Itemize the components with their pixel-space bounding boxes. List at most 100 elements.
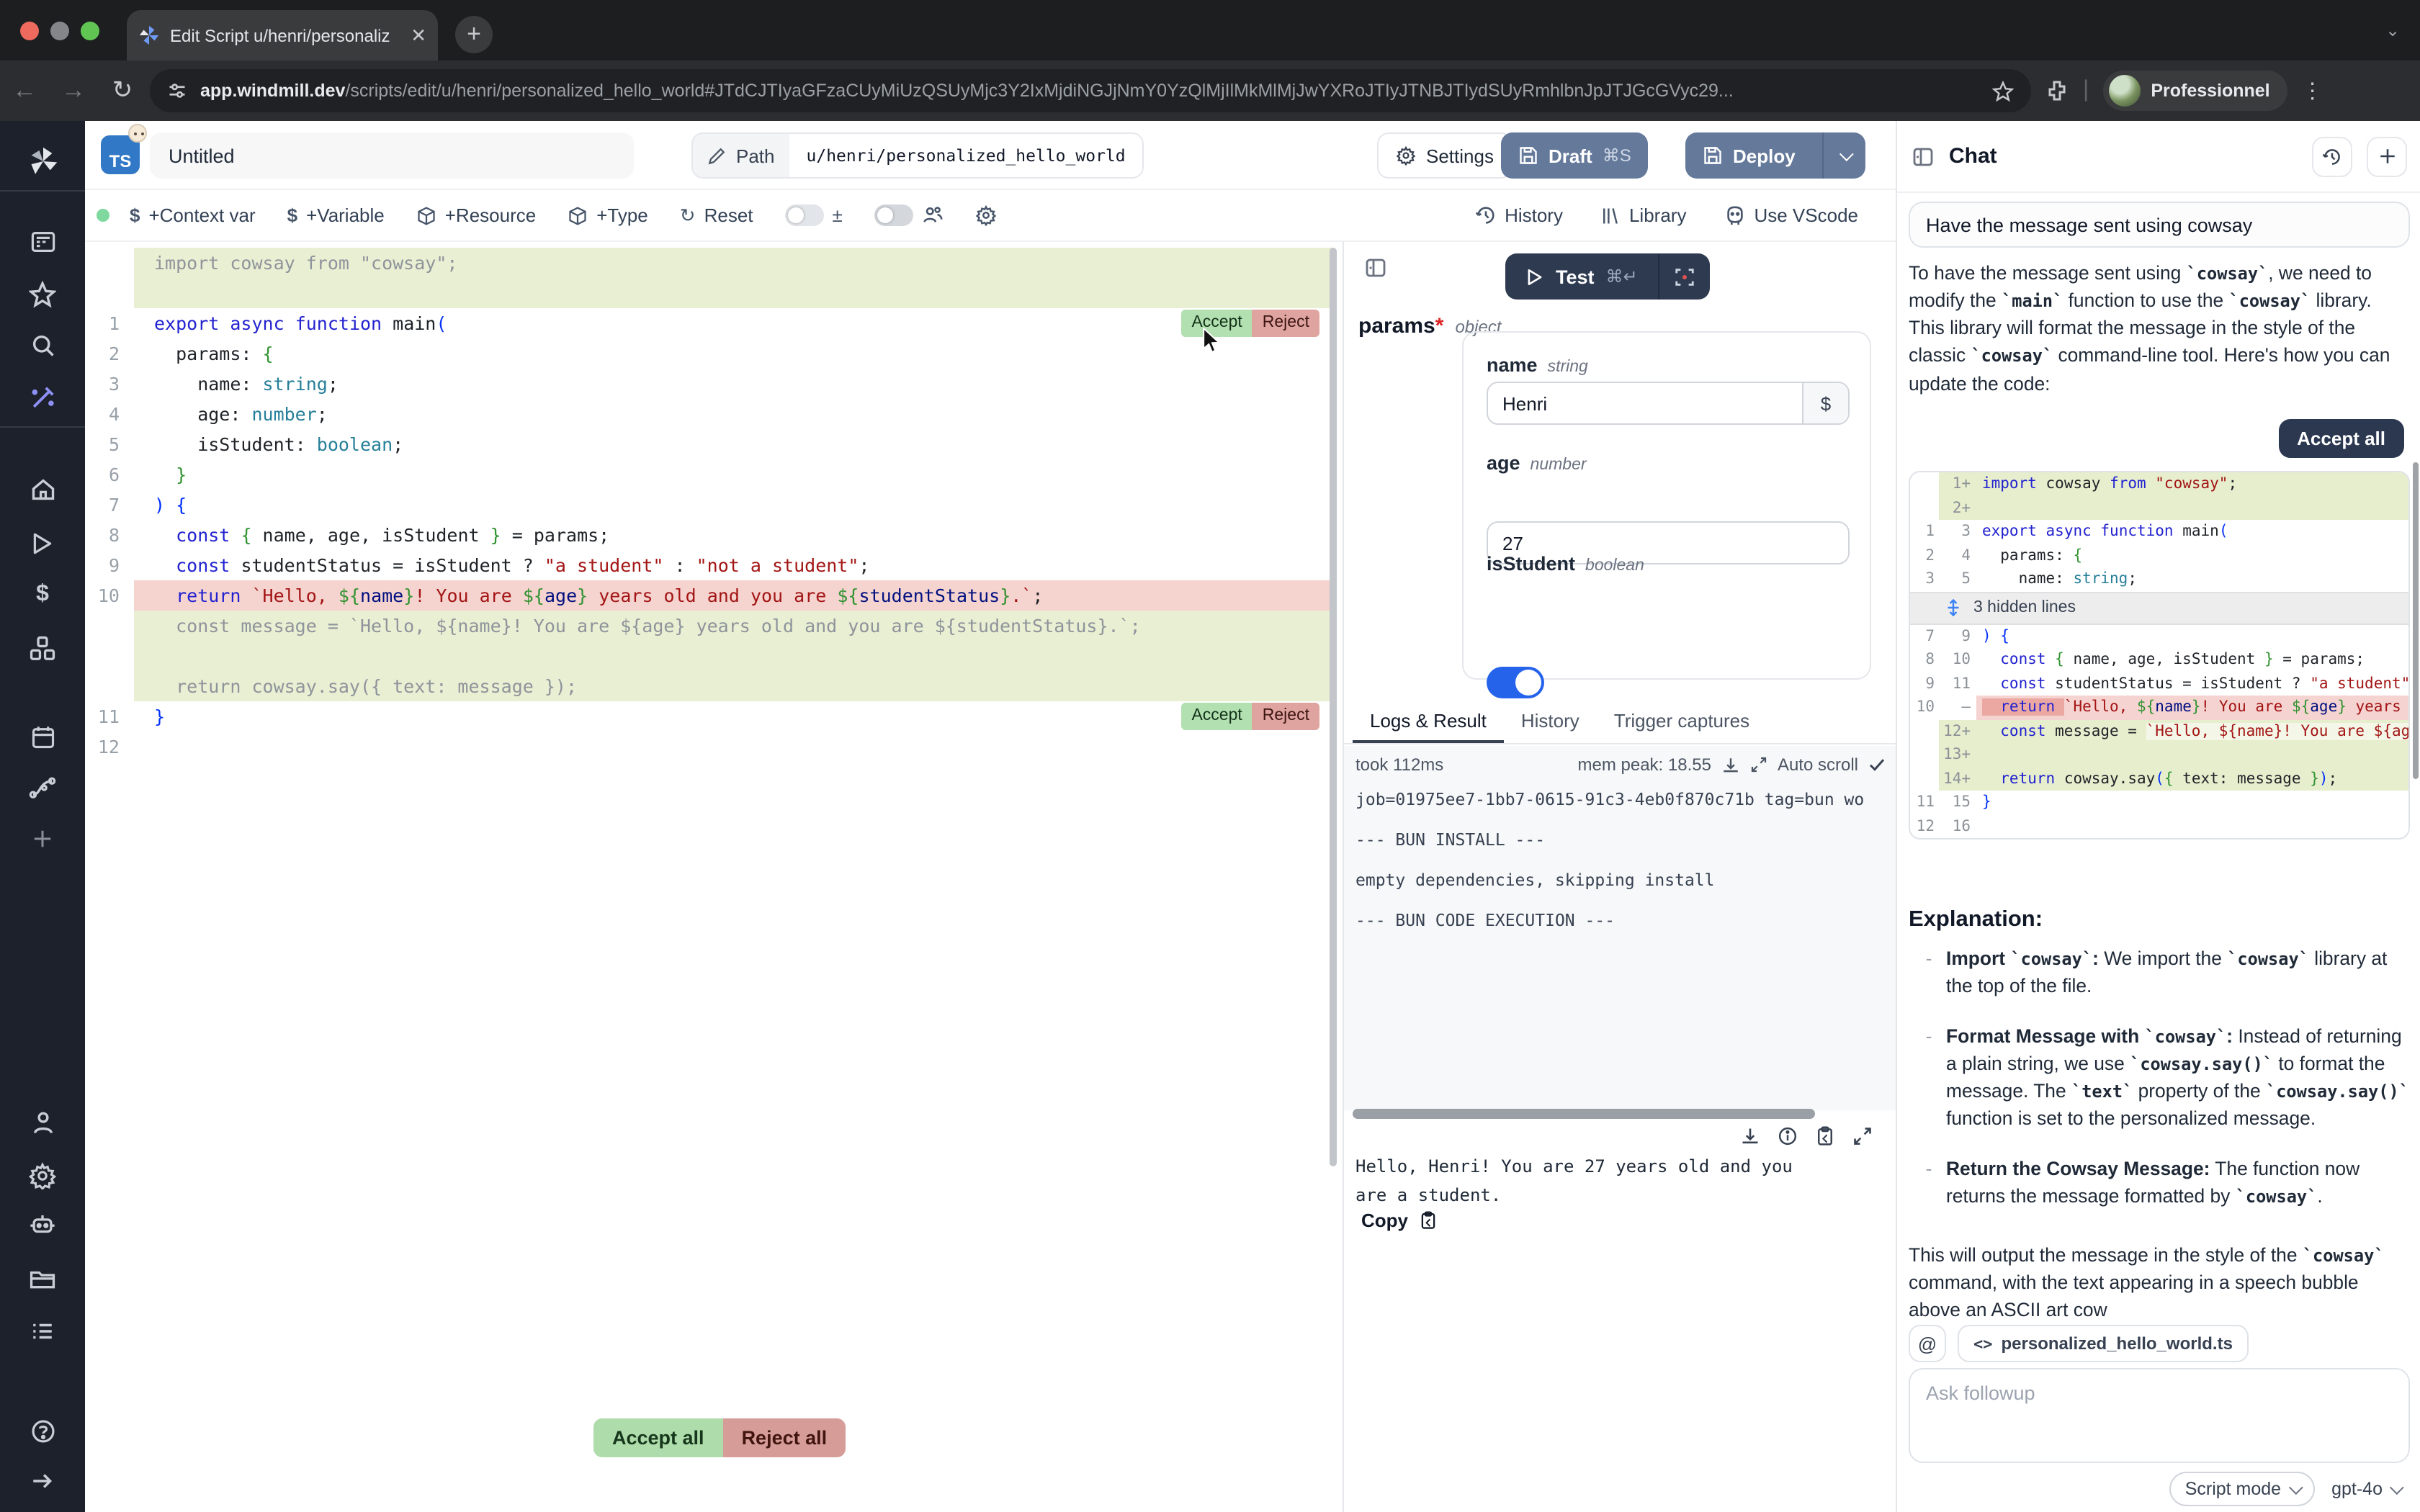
- expand-hidden-lines[interactable]: 3 hidden lines: [1910, 591, 2408, 624]
- address-bar[interactable]: app.windmill.dev/scripts/edit/u/henri/pe…: [150, 69, 2031, 112]
- add-context-var-button[interactable]: $+Context var: [130, 204, 256, 226]
- mention-button[interactable]: @: [1909, 1325, 1946, 1362]
- download-logs-icon[interactable]: [1721, 755, 1740, 774]
- add-resource-button[interactable]: +Resource: [416, 204, 536, 226]
- forward-icon[interactable]: →: [49, 76, 98, 105]
- bookmark-star-icon[interactable]: [1992, 80, 2014, 102]
- reset-button[interactable]: ↻Reset: [680, 204, 753, 227]
- search-icon[interactable]: [0, 328, 85, 363]
- code-line[interactable]: return cowsay.say({ text: message });: [134, 671, 1334, 701]
- logs-horizontal-scrollbar[interactable]: [1353, 1109, 1815, 1119]
- editor-line[interactable]: import cowsay from "cowsay";: [85, 248, 1343, 278]
- editor-line[interactable]: [85, 641, 1343, 671]
- code-line[interactable]: return `Hello, ${name}! You are ${age} y…: [134, 580, 1334, 611]
- sidebar-item-routes[interactable]: [0, 769, 85, 804]
- name-field[interactable]: Henri $: [1487, 382, 1850, 425]
- sidebar-item-folders[interactable]: [0, 1261, 85, 1296]
- reject-all-button[interactable]: Reject all: [723, 1418, 846, 1457]
- editor-line[interactable]: 2 params: {: [85, 338, 1343, 369]
- site-settings-icon[interactable]: [167, 81, 187, 101]
- mode-select[interactable]: Script mode: [2169, 1472, 2314, 1506]
- window-close-button[interactable]: [20, 22, 39, 40]
- editor-line[interactable]: 10 return `Hello, ${name}! You are ${age…: [85, 580, 1343, 611]
- script-path[interactable]: Path u/henri/personalized_hello_world: [691, 132, 1144, 179]
- help-icon[interactable]: [0, 1414, 85, 1449]
- editor-line[interactable]: 7) {: [85, 490, 1343, 520]
- capture-icon[interactable]: [1658, 253, 1710, 300]
- editor-line[interactable]: 8 const { name, age, isStudent } = param…: [85, 520, 1343, 550]
- code-line[interactable]: export async function main(AcceptReject: [134, 308, 1334, 338]
- browser-tab[interactable]: Edit Script u/henri/personaliz ✕: [127, 10, 438, 60]
- kebab-menu-icon[interactable]: ⋮: [2302, 78, 2325, 104]
- ai-wand-icon[interactable]: [0, 380, 85, 415]
- copy-result-button[interactable]: Copy: [1361, 1210, 1437, 1231]
- sidebar-item-resources[interactable]: [0, 631, 85, 665]
- sidebar-item-variables[interactable]: $: [0, 577, 85, 612]
- code-line[interactable]: name: string;: [134, 369, 1334, 399]
- history-button[interactable]: History: [1474, 204, 1563, 226]
- test-button[interactable]: Test ⌘↵: [1505, 253, 1710, 300]
- code-line[interactable]: [134, 732, 1334, 762]
- library-button[interactable]: Library: [1600, 204, 1687, 226]
- sidebar-item-runs[interactable]: [0, 526, 85, 560]
- toggle-off[interactable]: [785, 204, 824, 226]
- expand-sidebar-icon[interactable]: [0, 1463, 85, 1498]
- code-editor[interactable]: import cowsay from "cowsay"; 1export asyn…: [85, 242, 1343, 1512]
- sidebar-item-user[interactable]: [0, 1106, 85, 1140]
- sidebar-item-settings[interactable]: [0, 1158, 85, 1192]
- editor-line[interactable]: [85, 278, 1343, 308]
- clipboard-icon[interactable]: [1815, 1126, 1835, 1146]
- add-variable-button[interactable]: $+Variable: [287, 204, 385, 226]
- window-zoom-button[interactable]: [81, 22, 99, 40]
- code-line[interactable]: const message = `Hello, ${name}! You are…: [134, 611, 1334, 641]
- editor-line[interactable]: 3 name: string;: [85, 369, 1343, 399]
- use-vscode-button[interactable]: Use VScode: [1724, 204, 1858, 226]
- editor-line[interactable]: 1export async function main(AcceptReject: [85, 308, 1343, 338]
- chat-history-button[interactable]: [2312, 136, 2352, 176]
- deploy-dropdown[interactable]: [1823, 132, 1866, 179]
- sidebar-item-apps[interactable]: [0, 225, 85, 259]
- fullscreen-icon[interactable]: [1852, 1126, 1873, 1146]
- editor-line[interactable]: return cowsay.say({ text: message });: [85, 671, 1343, 701]
- download-result-icon[interactable]: [1740, 1126, 1760, 1146]
- tab-history[interactable]: History: [1504, 703, 1597, 743]
- sidebar-item-resource-list[interactable]: [0, 1313, 85, 1348]
- windmill-logo-icon[interactable]: [0, 144, 85, 179]
- extensions-icon[interactable]: [2045, 79, 2069, 102]
- info-icon[interactable]: [1778, 1126, 1798, 1146]
- isstudent-toggle[interactable]: [1487, 667, 1544, 698]
- reload-icon[interactable]: ↻: [98, 76, 147, 105]
- code-line[interactable]: isStudent: boolean;: [134, 429, 1334, 459]
- draft-button[interactable]: Draft ⌘S: [1501, 132, 1649, 179]
- editor-line[interactable]: 4 age: number;: [85, 399, 1343, 429]
- settings-button[interactable]: Settings: [1377, 132, 1512, 179]
- model-select[interactable]: gpt-4o: [2331, 1479, 2400, 1499]
- new-chat-button[interactable]: [2367, 136, 2407, 176]
- accept-chunk-button[interactable]: Accept: [1181, 703, 1252, 730]
- browser-profile-chip[interactable]: Professionnel: [2103, 71, 2287, 111]
- reject-chunk-button[interactable]: Reject: [1252, 703, 1319, 730]
- back-icon[interactable]: ←: [0, 76, 49, 105]
- collapse-chat-icon[interactable]: [1912, 145, 1935, 168]
- sidebar-add-icon[interactable]: [0, 821, 85, 855]
- editor-line[interactable]: 6 }: [85, 459, 1343, 490]
- tab-logs-result[interactable]: Logs & Result: [1353, 703, 1504, 743]
- code-line[interactable]: }AcceptReject: [134, 701, 1334, 732]
- code-line[interactable]: import cowsay from "cowsay";: [134, 248, 1334, 278]
- autoscroll-label[interactable]: Auto scroll: [1778, 755, 1858, 775]
- sidebar-item-favorites[interactable]: [0, 276, 85, 311]
- tab-close-icon[interactable]: ✕: [411, 24, 426, 47]
- code-line[interactable]: age: number;: [134, 399, 1334, 429]
- collapse-panel-icon[interactable]: [1364, 256, 1387, 279]
- diff-toggle[interactable]: ±: [785, 204, 843, 226]
- code-line[interactable]: const studentStatus = isStudent ? "a stu…: [134, 550, 1334, 580]
- code-line[interactable]: const { name, age, isStudent } = params;: [134, 520, 1334, 550]
- code-line[interactable]: params: {: [134, 338, 1334, 369]
- tab-search-chevron-icon[interactable]: ⌄: [2377, 14, 2408, 46]
- add-type-button[interactable]: +Type: [568, 204, 648, 226]
- deploy-button[interactable]: Deploy: [1685, 132, 1866, 179]
- code-line[interactable]: [134, 278, 1334, 308]
- editor-scrollbar[interactable]: [1330, 248, 1337, 1166]
- accept-all-button[interactable]: Accept all: [593, 1418, 723, 1457]
- sidebar-item-schedules[interactable]: [0, 720, 85, 755]
